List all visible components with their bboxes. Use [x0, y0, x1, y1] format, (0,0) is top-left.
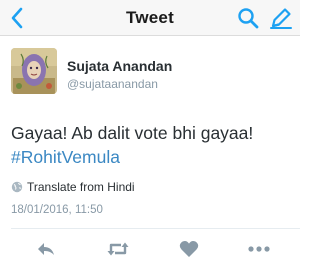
- navigation-bar: Tweet: [0, 0, 300, 36]
- more-dots-icon[interactable]: [246, 237, 272, 261]
- hashtag-link[interactable]: #RohitVemula: [11, 145, 120, 169]
- search-icon[interactable]: [236, 6, 260, 30]
- heart-icon[interactable]: [176, 237, 202, 261]
- divider: [11, 228, 300, 229]
- tweet-text: Gayaa! Ab dalit vote bhi gayaa!: [11, 123, 254, 143]
- tweet-timestamp: 18/01/2016, 11:50: [11, 204, 103, 216]
- globe-icon: [11, 181, 23, 193]
- reply-icon[interactable]: [33, 237, 59, 261]
- translate-label: Translate from Hindi: [27, 180, 135, 194]
- translate-button[interactable]: Translate from Hindi: [11, 179, 135, 195]
- retweet-icon[interactable]: [105, 237, 131, 261]
- avatar[interactable]: [11, 48, 57, 94]
- tweet-detail-screen: Tweet Sujata Anandan @sujataanandan Gaya…: [0, 0, 300, 268]
- author-handle[interactable]: @sujataanandan: [67, 77, 158, 91]
- author-name[interactable]: Sujata Anandan: [67, 58, 172, 74]
- tweet-actions: [0, 234, 300, 264]
- compose-icon[interactable]: [268, 5, 294, 31]
